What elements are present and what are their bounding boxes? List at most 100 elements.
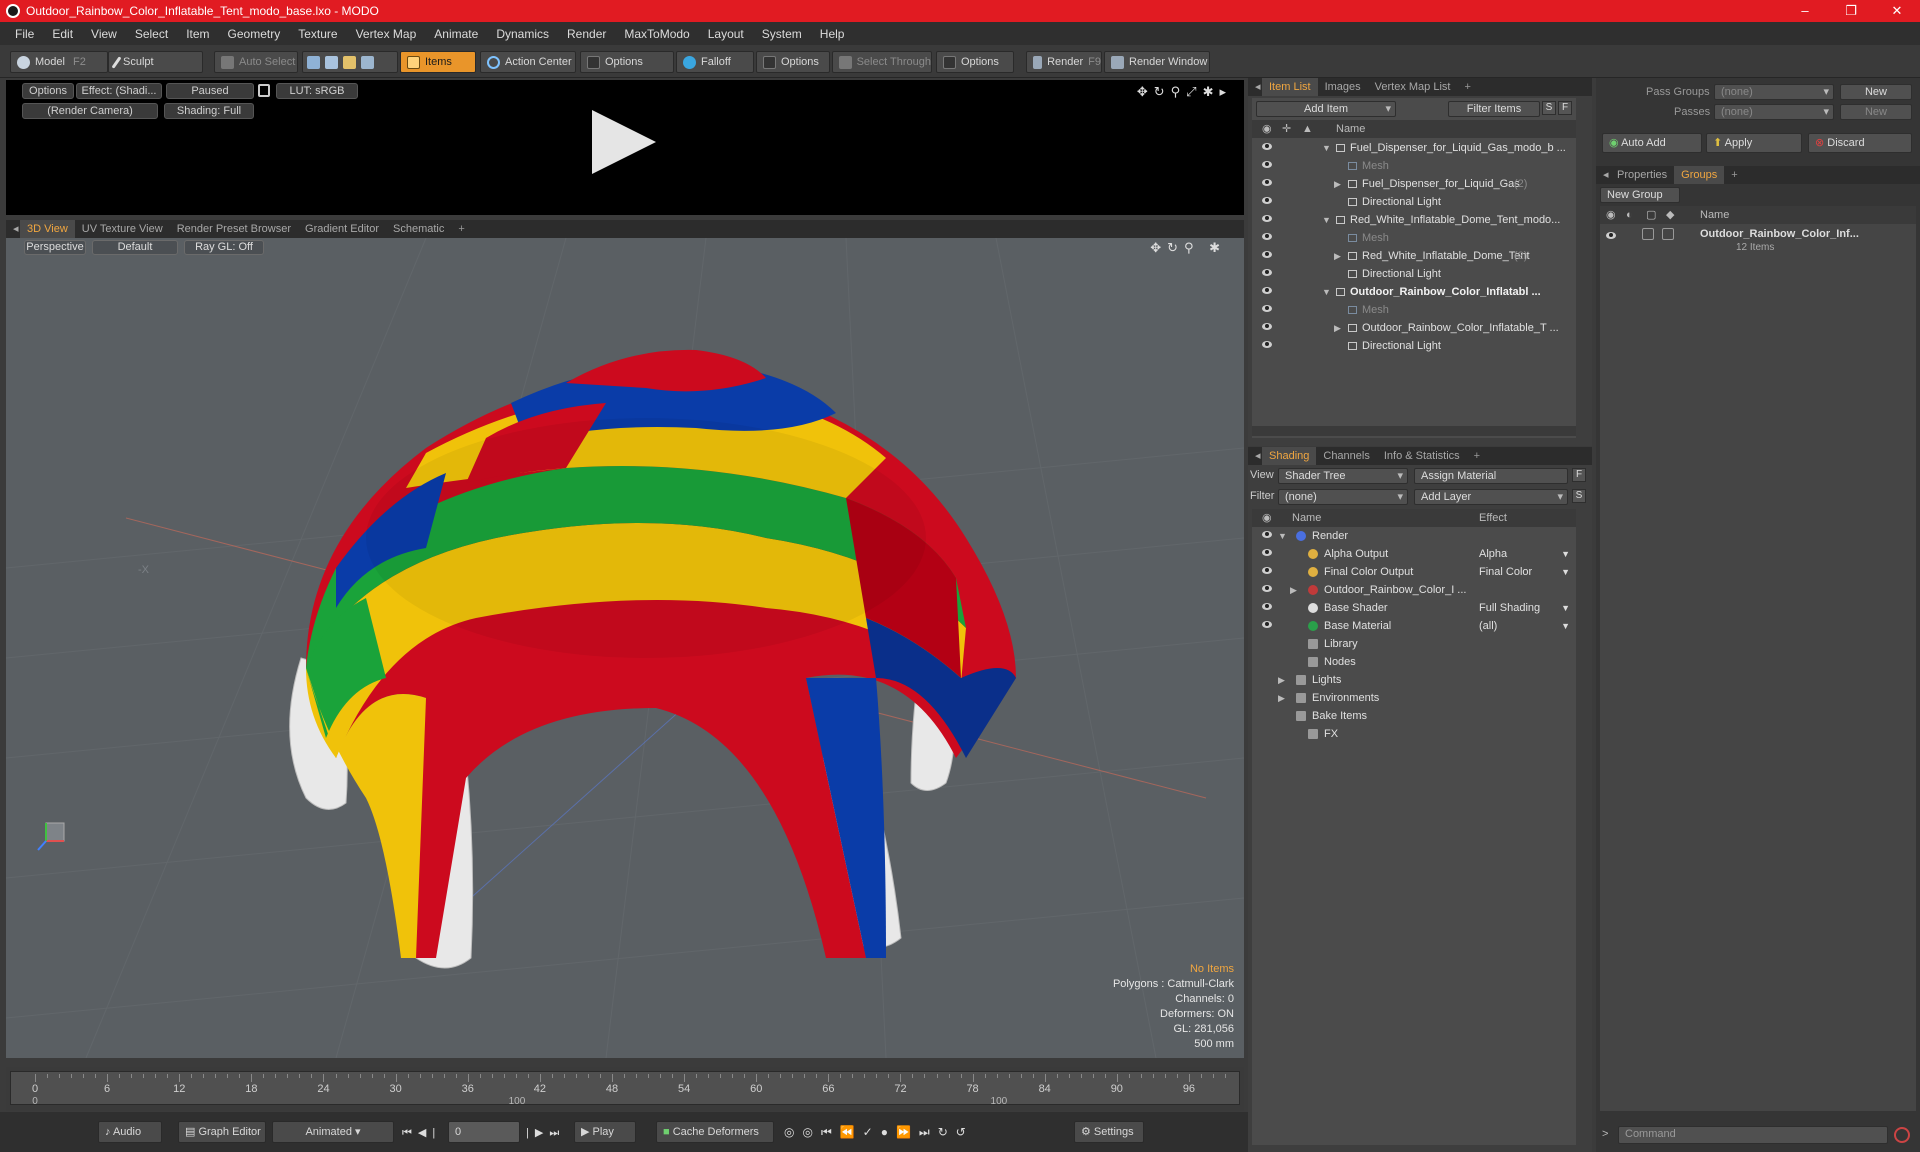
tab-info-statistics[interactable]: Info & Statistics [1377,447,1467,465]
menu-dynamics[interactable]: Dynamics [487,27,558,41]
model-mode-button[interactable]: Model F2 [10,51,108,73]
add-tab-button[interactable]: + [451,220,471,238]
expand-arrow-icon[interactable]: ▼ [1322,283,1331,301]
eye-icon[interactable] [1262,585,1272,592]
expand-arrow-icon[interactable]: ▼ [1278,527,1287,545]
item-list-row[interactable]: ▶ Outdoor_Rainbow_Color_Inflatable_T ... [1252,319,1576,337]
record-icon[interactable] [1894,1127,1910,1143]
collapse-arrow-icon[interactable]: ◂ [6,220,20,238]
menu-geometry[interactable]: Geometry [219,27,290,41]
apply-button[interactable]: ⬆ Apply [1706,133,1802,153]
shader-tree-row[interactable]: Base Shader Full Shading ▼ [1252,599,1576,617]
projection-dropdown[interactable]: Perspective [24,240,86,255]
edges-mode-icon[interactable] [325,55,338,69]
preview-options-button[interactable]: Options [22,83,74,99]
menu-texture[interactable]: Texture [289,27,346,41]
discard-button[interactable]: ⊗ Discard [1808,133,1912,153]
raygl-dropdown[interactable]: Ray GL: Off [184,240,264,255]
graph-editor-button[interactable]: ▤ Graph Editor [178,1121,266,1143]
transport-forward-icons[interactable]: |▶⏭ [526,1126,565,1140]
eye-icon[interactable] [1262,305,1272,312]
viewport-nav-icons[interactable]: ✥↻⚲ ✱ [1150,240,1226,256]
select-through-options-button[interactable]: Options [936,51,1014,73]
select-through-button[interactable]: Select Through [832,51,932,73]
new-group-button[interactable]: New Group [1600,187,1680,203]
item-list-row[interactable]: Mesh [1252,157,1576,175]
tab-images[interactable]: Images [1318,78,1368,96]
eye-icon[interactable] [1262,287,1272,294]
effect-dropdown-icon[interactable]: ▼ [1561,617,1570,635]
collapsed-arrow-icon[interactable]: ▶ [1290,581,1297,599]
shader-tree-row[interactable]: Bake Items [1252,707,1576,725]
collapse-arrow-icon[interactable]: ◂ [1248,78,1262,96]
eye-icon[interactable] [1262,161,1272,168]
animated-dropdown[interactable]: Animated ▾ [272,1121,394,1143]
effect-dropdown-icon[interactable]: ▼ [1561,563,1570,581]
expand-arrow-icon[interactable]: ▼ [1322,211,1331,229]
tab-vertex-map-list[interactable]: Vertex Map List [1368,78,1458,96]
passes-dropdown[interactable]: (none) [1714,104,1834,120]
lock-icon[interactable] [258,84,270,97]
play-button[interactable]: ▶ Play [574,1121,636,1143]
add-tab-button[interactable]: + [1467,447,1487,465]
add-layer-dropdown[interactable]: Add Layer [1414,489,1568,505]
3d-viewport[interactable]: -X Perspective Default Ray GL: Off ✥↻⚲ ✱… [6,238,1244,1058]
preview-nav-icons[interactable]: ✥↻⚲⤢✱▸ [1137,84,1232,100]
s-toggle-button[interactable]: S [1572,489,1586,503]
tab-channels[interactable]: Channels [1316,447,1376,465]
auto-select-button[interactable]: Auto Select [214,51,298,73]
command-input[interactable]: Command [1618,1126,1888,1144]
preview-paused-button[interactable]: Paused [166,83,254,99]
eye-icon[interactable] [1262,215,1272,222]
menu-maxtomodo[interactable]: MaxToModo [615,27,698,41]
menu-file[interactable]: File [6,27,43,41]
preview-camera-dropdown[interactable]: (Render Camera) [22,103,158,119]
style-dropdown[interactable]: Default [92,240,178,255]
shader-tree-row[interactable]: ▼ Render [1252,527,1576,545]
layer-effect[interactable]: Alpha [1479,545,1507,563]
view-dropdown[interactable]: Shader Tree [1278,468,1408,484]
shader-tree-row[interactable]: ▶ Outdoor_Rainbow_Color_I ... [1252,581,1576,599]
maximize-button[interactable]: ❐ [1828,0,1874,22]
shader-tree-row[interactable]: Final Color Output Final Color ▼ [1252,563,1576,581]
new-pass-group-button[interactable]: New [1840,84,1912,100]
eye-icon[interactable] [1262,603,1272,610]
menu-layout[interactable]: Layout [699,27,753,41]
eye-icon[interactable] [1262,143,1272,150]
tab-uv-texture-view[interactable]: UV Texture View [75,220,170,238]
pass-groups-dropdown[interactable]: (none) [1714,84,1834,100]
item-list-row[interactable]: Mesh [1252,301,1576,319]
menu-help[interactable]: Help [811,27,854,41]
close-button[interactable]: ✕ [1874,0,1920,22]
tab-groups[interactable]: Groups [1674,166,1725,184]
menu-view[interactable]: View [82,27,126,41]
checkbox-icon[interactable] [1662,228,1674,240]
materials-mode-icon[interactable] [361,55,374,69]
menu-render[interactable]: Render [558,27,615,41]
eye-icon[interactable] [1262,251,1272,258]
menu-item[interactable]: Item [177,27,218,41]
collapse-arrow-icon[interactable]: ◂ [1248,447,1262,465]
item-list-row[interactable]: ▶ Red_White_Inflatable_Dome_Tent (2) [1252,247,1576,265]
item-list-row[interactable]: Directional Light [1252,193,1576,211]
tab-item-list[interactable]: Item List [1262,78,1318,96]
eye-icon[interactable] [1262,531,1272,538]
tent-model[interactable] [289,349,1016,969]
layer-effect[interactable]: Final Color [1479,563,1532,581]
timeline[interactable]: 0 6 12 18 24 30 36 42 48 54 60 66 72 78 84 90 96 0 100 100 [6,1067,1244,1111]
collapsed-arrow-icon[interactable]: ▶ [1334,175,1341,193]
filter-dropdown[interactable]: (none) [1278,489,1408,505]
menu-animate[interactable]: Animate [425,27,487,41]
checkbox-icon[interactable] [1642,228,1654,240]
collapse-arrow-icon[interactable]: ◂ [1596,166,1610,184]
collapsed-arrow-icon[interactable]: ▶ [1334,319,1341,337]
effect-dropdown-icon[interactable]: ▼ [1561,599,1570,617]
cache-deformers-button[interactable]: ■ Cache Deformers [656,1121,774,1143]
vertices-mode-icon[interactable] [307,55,320,69]
tab-shading[interactable]: Shading [1262,447,1317,465]
f-toggle-button[interactable]: F [1572,468,1586,482]
shader-tree-row[interactable]: Library [1252,635,1576,653]
shader-tree-row[interactable]: FX [1252,725,1576,743]
f-toggle-button[interactable]: F [1558,101,1572,115]
transport-back-icons[interactable]: ⏮◀| [402,1126,441,1140]
